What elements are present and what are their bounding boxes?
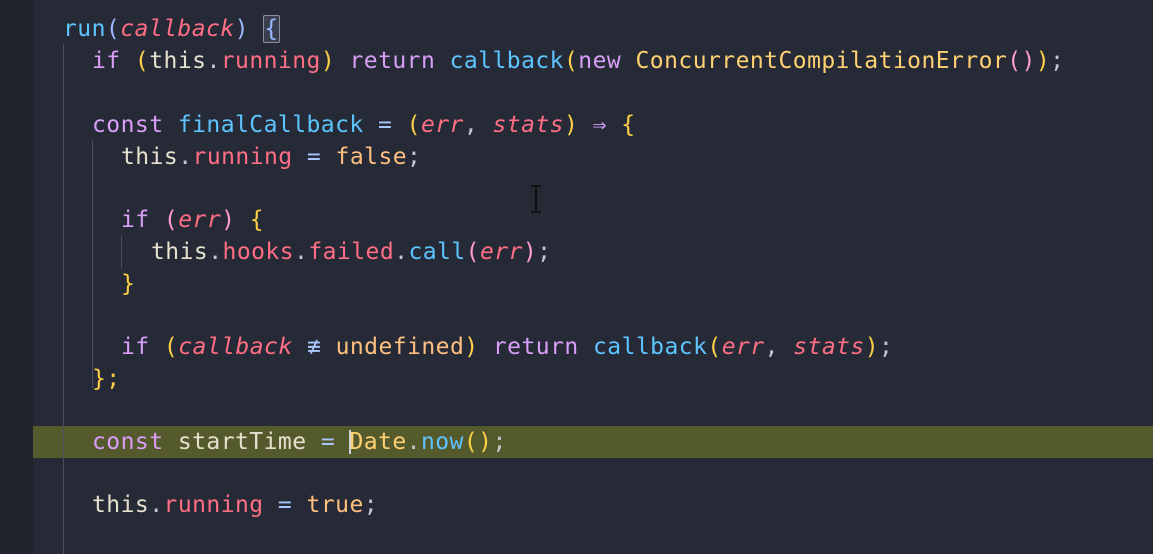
variable-finalcallback: finalCallback <box>177 112 364 138</box>
semicolon: ; <box>407 144 422 170</box>
param-err: err <box>420 112 464 138</box>
code-line-14[interactable]: const startTime = Date.now(); <box>92 426 507 458</box>
keyword-this: this <box>149 48 207 74</box>
keyword-if: if <box>92 48 121 74</box>
class-name: ConcurrentCompilationError <box>635 48 1008 74</box>
dot: . <box>294 239 309 265</box>
code-line-11[interactable]: if (callback ≢ undefined) return callbac… <box>121 331 893 363</box>
dot: . <box>149 492 164 518</box>
semicolon: ; <box>879 334 894 360</box>
operator-strict-not-equal: ≢ <box>306 334 322 360</box>
mouse-ibeam-cursor-icon <box>531 185 541 213</box>
keyword-this: this <box>151 239 209 265</box>
property-hooks: hooks <box>222 239 295 265</box>
paren-open: ( <box>465 239 480 265</box>
code-line-8[interactable]: this.hooks.failed.call(err); <box>151 236 551 268</box>
paren-close: ) <box>522 239 538 265</box>
keyword-return: return <box>349 48 436 74</box>
dot: . <box>406 429 421 455</box>
paren-close: ) <box>320 48 336 74</box>
param-err: err <box>479 239 523 265</box>
call-parens: () <box>463 429 493 455</box>
method-now: now <box>420 429 464 455</box>
paren-open: ( <box>163 334 179 360</box>
text-cursor <box>349 429 352 454</box>
paren-open: ( <box>707 334 722 360</box>
brace-close: }; <box>92 366 121 392</box>
code-line-7[interactable]: if (err) { <box>121 204 264 236</box>
property-running: running <box>192 144 293 170</box>
operator-assign: = <box>277 492 293 518</box>
brace-open: { <box>621 112 636 138</box>
editor-gutter <box>0 0 33 554</box>
brace-open: { <box>249 207 265 233</box>
indent-guide <box>121 236 122 268</box>
code-line-4[interactable]: const finalCallback = (err, stats) ⇒ { <box>92 109 636 141</box>
paren-close: ) <box>234 16 249 42</box>
semicolon: ; <box>363 492 379 518</box>
keyword-this: this <box>121 144 179 170</box>
paren-open: ( <box>563 48 579 74</box>
code-line-16[interactable]: this.running = true; <box>92 489 378 521</box>
keyword-const: const <box>92 112 164 138</box>
param-stats: stats <box>793 334 865 360</box>
code-line-2[interactable]: if (this.running) return callback(new Co… <box>92 45 1064 77</box>
literal-undefined: undefined <box>335 334 465 360</box>
param-callback: callback <box>120 16 235 42</box>
operator-assign: = <box>306 144 322 170</box>
literal-false: false <box>335 144 408 170</box>
dot: . <box>206 48 221 74</box>
paren-open: ( <box>163 207 179 233</box>
keyword-if: if <box>121 334 150 360</box>
keyword-const: const <box>92 429 164 455</box>
semicolon: ; <box>492 429 507 455</box>
literal-true: true <box>306 492 364 518</box>
param-err: err <box>721 334 765 360</box>
property-failed: failed <box>308 239 395 265</box>
paren-close: ) <box>563 112 579 138</box>
arrow-operator: ⇒ <box>592 112 607 138</box>
property-running: running <box>163 492 264 518</box>
keyword-new: new <box>578 48 622 74</box>
operator-assign: = <box>320 429 336 455</box>
class-date: Date <box>349 429 407 455</box>
paren-close: ) <box>864 334 880 360</box>
property-running: running <box>220 48 321 74</box>
keyword-if: if <box>121 207 150 233</box>
paren-open: ( <box>406 112 421 138</box>
paren-close: ) <box>1035 48 1051 74</box>
paren-open: ( <box>134 48 150 74</box>
code-editor[interactable]: run(callback) { if (this.running) return… <box>0 0 1153 554</box>
comma: , <box>463 112 479 138</box>
dot: . <box>178 144 193 170</box>
function-name: run <box>63 16 106 42</box>
code-line-9[interactable]: } <box>121 268 135 300</box>
code-line-12[interactable]: }; <box>92 363 121 395</box>
param-stats: stats <box>492 112 564 138</box>
brace-close: } <box>121 271 136 297</box>
paren-close: ) <box>221 207 236 233</box>
param-err: err <box>178 207 222 233</box>
code-line-5[interactable]: this.running = false; <box>121 141 421 173</box>
paren-close: ) <box>464 334 479 360</box>
variable-starttime: startTime <box>177 429 307 455</box>
method-call: call <box>408 239 466 265</box>
call-parens: () <box>1007 48 1036 74</box>
param-callback: callback <box>178 334 293 360</box>
semicolon: ; <box>537 239 552 265</box>
keyword-this: this <box>92 492 150 518</box>
call-callback: callback <box>592 334 708 360</box>
matched-brace: { <box>263 15 280 43</box>
code-line-1[interactable]: run(callback) { <box>63 13 280 45</box>
comma: , <box>764 334 779 360</box>
paren-open: ( <box>105 16 121 42</box>
indent-guide <box>92 140 93 388</box>
semicolon: ; <box>1050 48 1065 74</box>
dot: . <box>208 239 223 265</box>
indent-guide <box>63 44 64 554</box>
operator-assign: = <box>378 112 393 138</box>
keyword-return: return <box>492 334 579 360</box>
call-callback: callback <box>449 48 564 74</box>
dot: . <box>394 239 409 265</box>
